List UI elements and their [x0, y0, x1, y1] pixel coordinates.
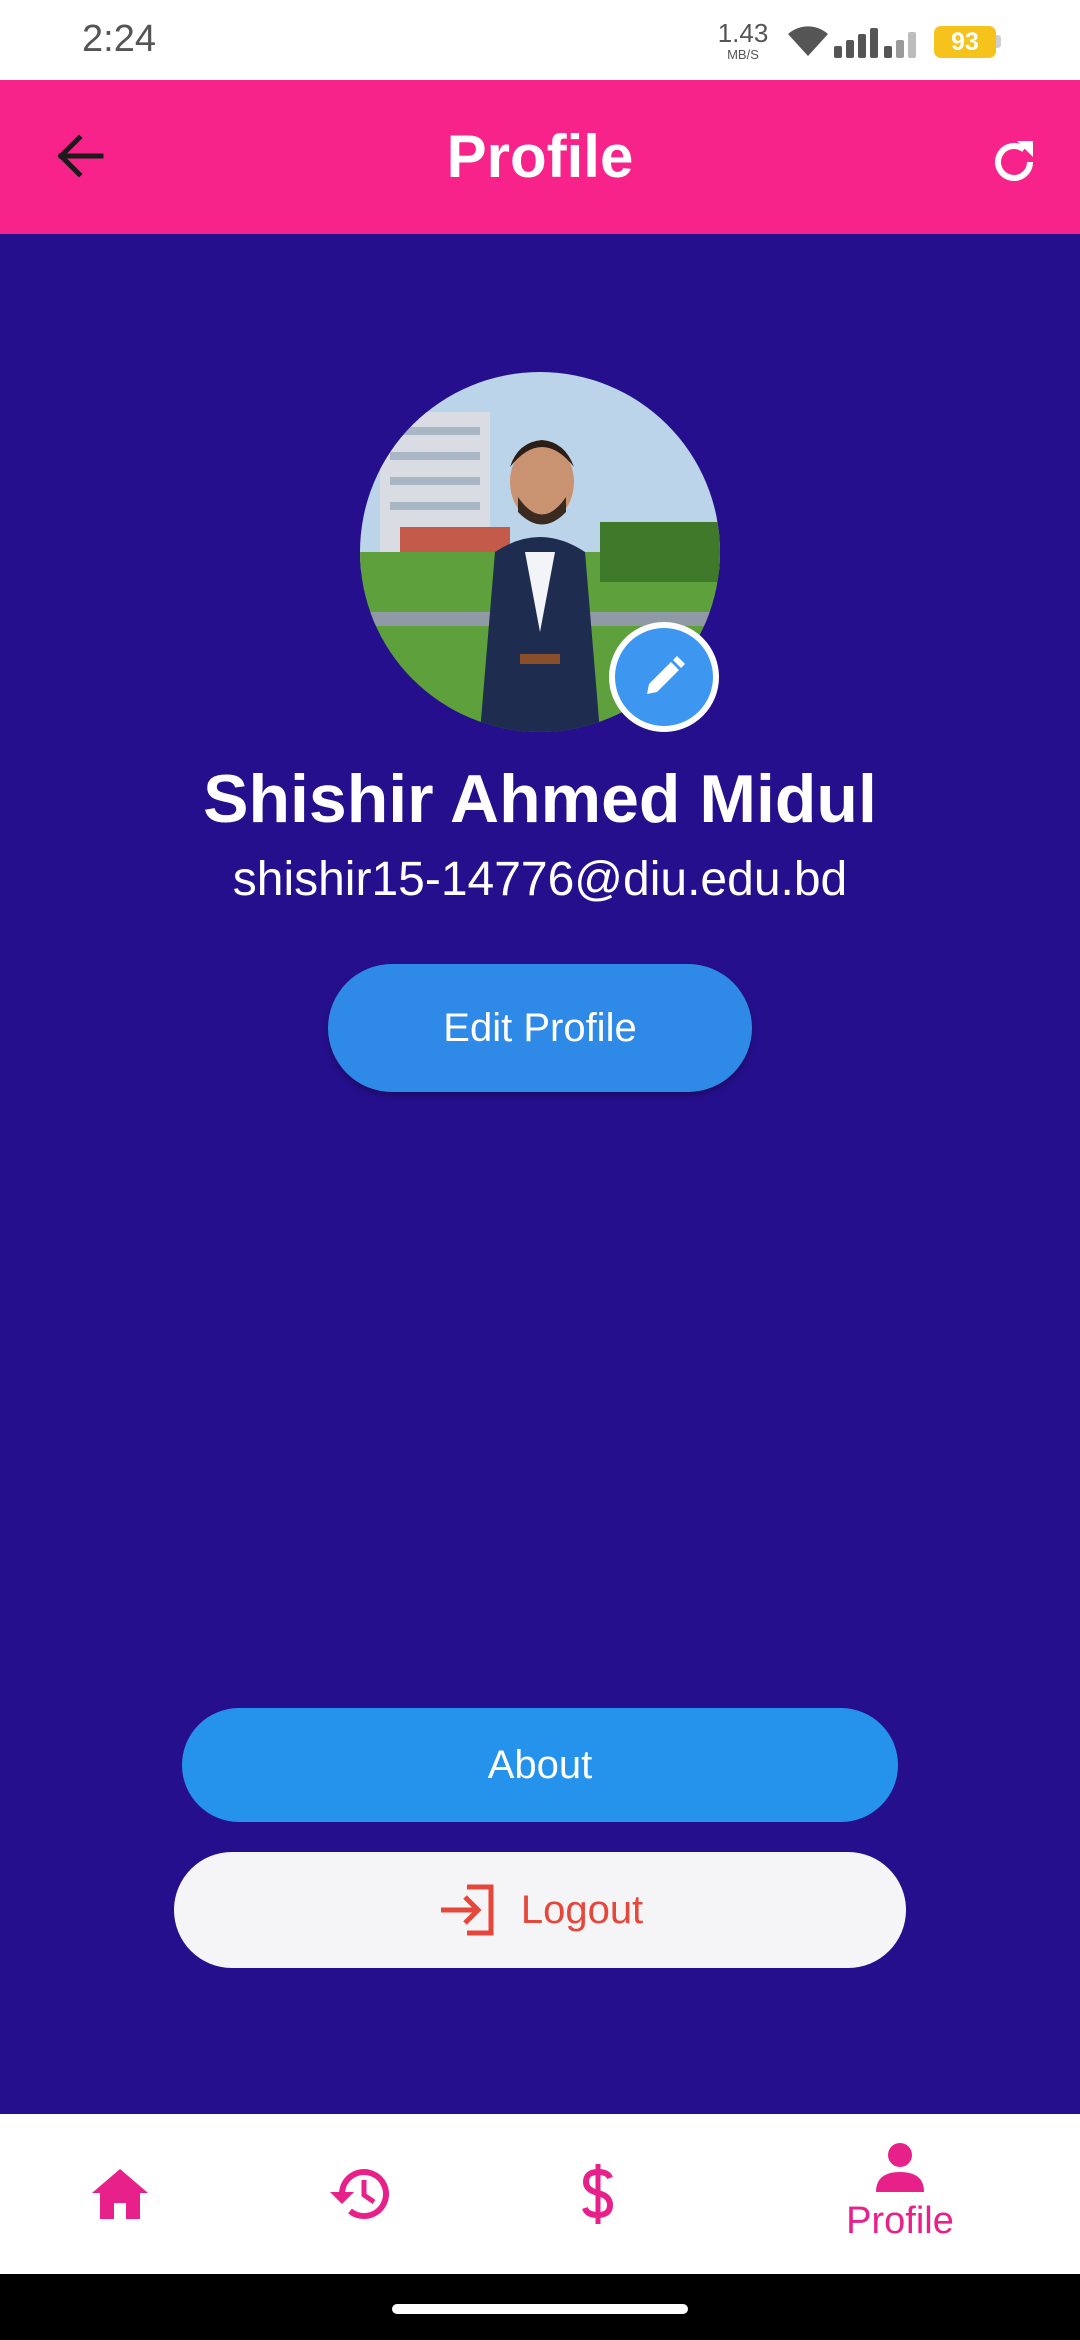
status-bar: 2:24 1.43 MB/S 93	[0, 0, 1080, 80]
nav-item-home[interactable]	[60, 2114, 180, 2274]
nav-label-profile: Profile	[846, 2200, 954, 2242]
refresh-button[interactable]	[974, 122, 1054, 202]
status-time: 2:24	[82, 18, 156, 60]
wifi-icon	[786, 24, 830, 63]
logout-label: Logout	[520, 1887, 644, 1932]
page-title: Profile	[446, 123, 634, 190]
signal-icon	[834, 24, 924, 63]
person-icon	[876, 2143, 924, 2192]
arrow-left-icon	[57, 134, 104, 178]
battery-tip	[996, 35, 1001, 48]
nav-item-profile[interactable]: Profile	[820, 2114, 980, 2274]
avatar-edit-button[interactable]	[609, 622, 719, 732]
home-indicator[interactable]	[392, 2304, 688, 2314]
network-speed-unit: MB/S	[727, 47, 759, 62]
history-icon	[330, 2169, 389, 2220]
edit-profile-button[interactable]: Edit Profile	[328, 964, 752, 1092]
network-speed-value: 1.43	[717, 18, 769, 48]
home-icon	[92, 2169, 148, 2219]
about-button[interactable]: About	[182, 1708, 898, 1822]
profile-email: shishir15-14776@diu.edu.bd	[232, 853, 848, 906]
bottom-navigation: Profile	[0, 2114, 1080, 2274]
profile-name: Shishir Ahmed Midul	[203, 761, 877, 837]
nav-item-payments[interactable]	[538, 2114, 658, 2274]
app-bar: Profile	[0, 80, 1080, 234]
network-speed: 1.43 MB/S	[716, 20, 770, 61]
dollar-icon	[582, 2164, 614, 2224]
battery-indicator: 93	[934, 26, 996, 58]
logout-button[interactable]: Logout	[174, 1852, 906, 1968]
nav-item-history[interactable]	[300, 2114, 420, 2274]
pencil-icon	[647, 656, 685, 694]
refresh-icon	[995, 141, 1033, 181]
back-button[interactable]	[40, 116, 120, 196]
login-arrow-icon	[440, 1884, 494, 1936]
